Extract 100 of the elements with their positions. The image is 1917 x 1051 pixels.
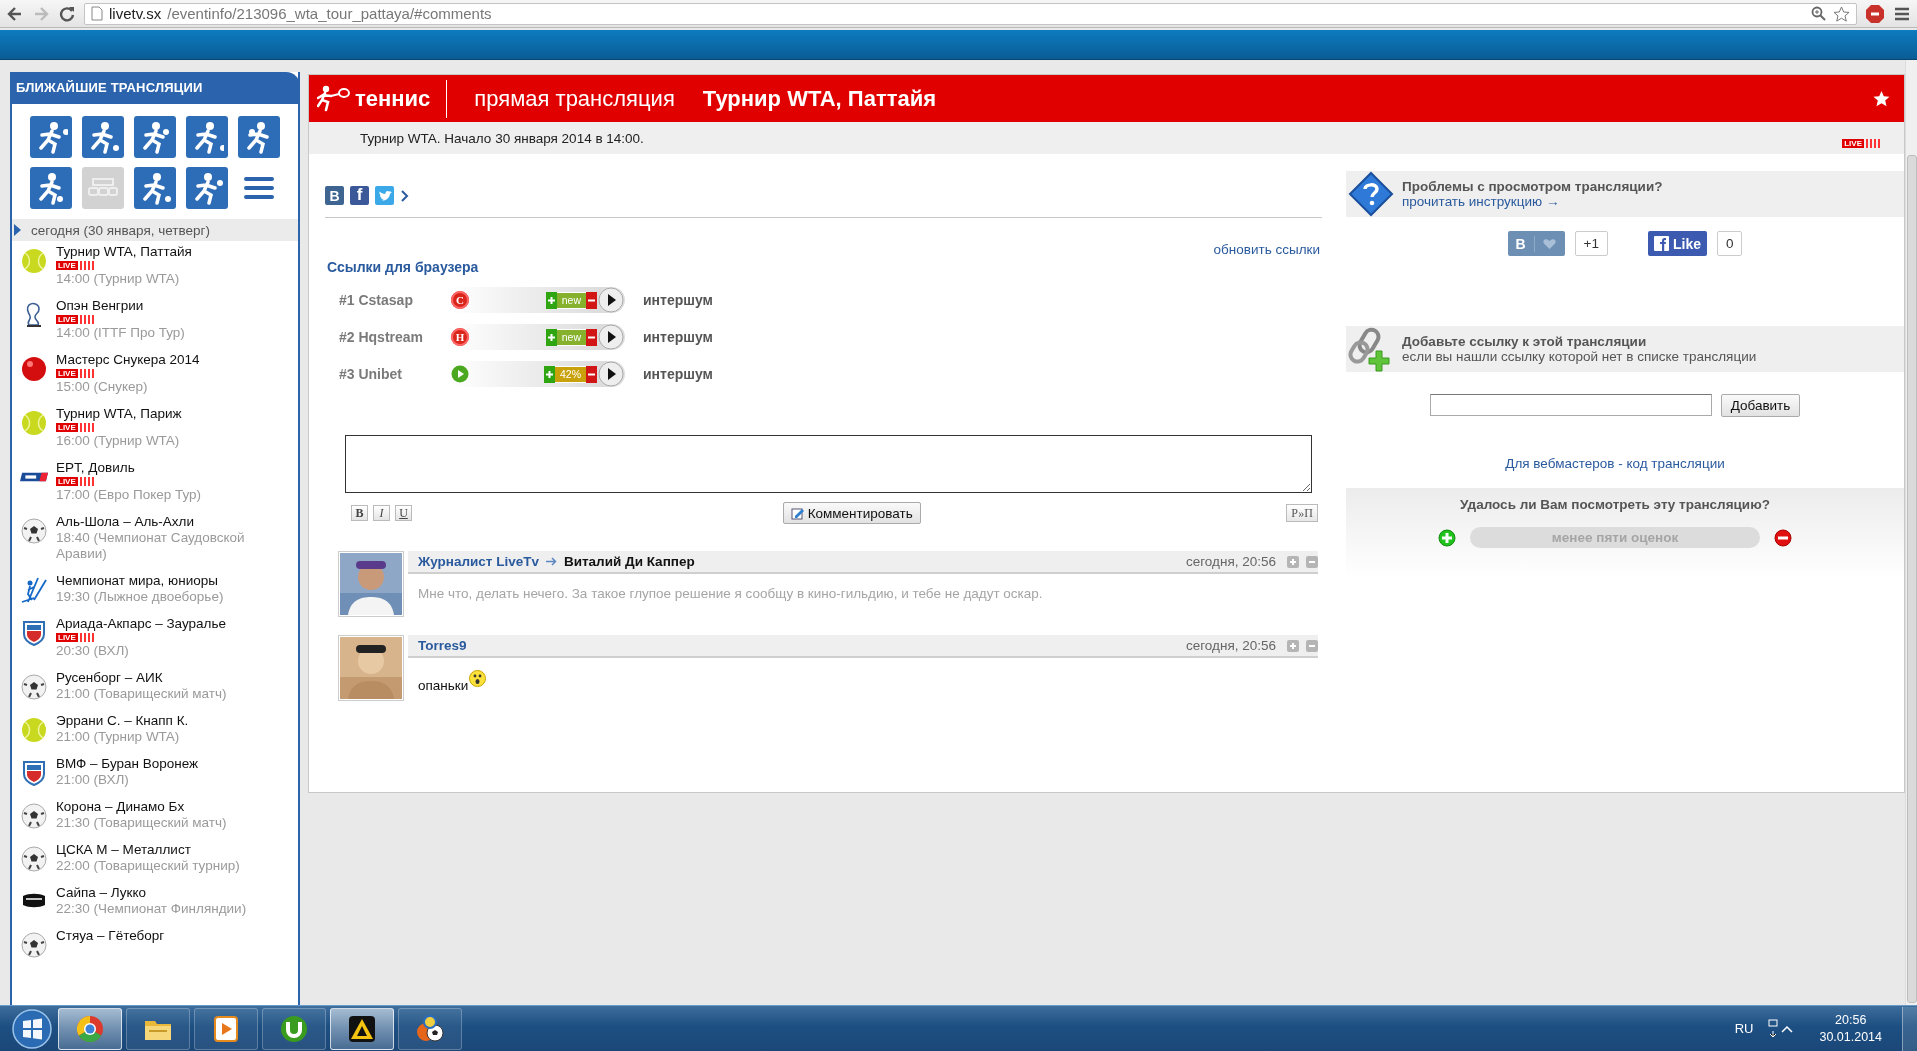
play-button-icon[interactable] [597,287,625,313]
chevron-icon[interactable] [400,189,410,202]
sidebar-title: БЛИЖАЙШИЕ ТРАНСЛЯЦИИ [12,72,298,104]
help-title: Проблемы с просмотром трансляции? [1402,179,1663,194]
taskbar-button[interactable] [194,1007,258,1050]
format-button[interactable]: I [373,505,390,521]
zoom-icon[interactable] [1811,5,1827,22]
rating-label: 42% [555,365,586,383]
minus-icon[interactable] [1774,528,1792,547]
chrome-icon [75,1013,105,1044]
stream-link[interactable]: #2 Hqstream [339,329,451,345]
comment-button[interactable]: Комментировать [782,502,921,524]
event-link[interactable]: Ариада-Акпарс – Зауралье [56,616,298,632]
play-button-icon[interactable] [597,324,625,350]
event-link[interactable]: ЦСКА М – Металлист [56,842,298,858]
tennis-player-icon [317,83,351,114]
comment-field[interactable] [345,435,1312,493]
event-link[interactable]: Мастерс Снукера 2014 [56,352,298,368]
sport-icon[interactable] [30,167,72,209]
stream-link[interactable]: #1 Cstasap [339,292,451,308]
vk-share-button[interactable]: В [325,186,344,205]
minus-icon[interactable] [586,291,597,309]
plus-icon[interactable] [545,328,557,346]
language-indicator[interactable]: RU [1734,1021,1754,1036]
event-link[interactable]: Русенборг – АИК [56,670,298,686]
start-button[interactable] [10,1006,54,1051]
comment-text: опаньки [418,678,469,693]
event-link[interactable]: Чемпионат мира, юниоры [56,573,298,589]
event-link[interactable]: Турнир WTA, Париж [56,406,298,422]
comment-author[interactable]: Журналист LiveTv [418,554,539,569]
sport-icon[interactable] [186,167,228,209]
event-link[interactable]: EPT, Довиль [56,460,298,476]
page-title: Турнир WTA, Паттайя [702,85,937,112]
event-link[interactable]: Эррани С. – Кнапп К. [56,713,298,729]
add-link-hint: если вы нашли ссылку которой нет в списке трансляции [1402,349,1757,364]
pencil-icon [790,506,804,520]
event-link[interactable]: Опэн Венгрии [56,298,298,314]
event-link[interactable]: Турнир WTA, Паттайя [56,244,298,260]
arrow-icon [545,557,557,566]
taskbar-button[interactable] [262,1007,326,1050]
sport-icon[interactable] [30,116,72,158]
comment-author[interactable]: Torres9 [418,638,467,653]
star-icon[interactable] [1873,90,1890,107]
instructions-link[interactable]: прочитать инструкцию → [1402,194,1663,209]
event-link[interactable]: Корона – Динамо Бх [56,799,298,815]
scrollbar-thumb[interactable] [1907,155,1917,1003]
address-bar[interactable]: livetv.sx /eventinfo/213096_wta_tour_pattaya/#comments [84,2,1857,25]
media-player-icon [211,1013,241,1044]
taskbar-button[interactable] [330,1007,394,1050]
webmaster-link[interactable]: Для вебмастеров - код трансляции [1505,456,1725,471]
event-info: Турнир WTA. Начало 30 января 2014 в 14:00. [360,130,644,146]
stream-source: интершум [643,329,713,345]
event-link[interactable]: Стяуа – Гётеборг [56,928,298,944]
event-link[interactable]: ВМФ – Буран Воронеж [56,756,298,772]
sport-icon[interactable] [238,116,280,158]
link-input-field[interactable] [1429,394,1712,416]
page-icon [91,6,103,21]
network-icon[interactable] [1767,1017,1780,1040]
format-button[interactable]: U [395,505,412,521]
sport-icon[interactable] [134,116,176,158]
plus-icon[interactable] [544,365,555,383]
translit-button[interactable]: Р»П [1286,504,1318,522]
event-link[interactable]: Сайпа – Лукко [56,885,298,901]
sport-icon[interactable] [134,167,176,209]
section-heading: Ссылки для браузера [326,258,480,275]
play-button-icon[interactable] [597,361,625,387]
taskbar-button[interactable] [398,1007,462,1050]
show-desktop-button[interactable] [1902,1006,1917,1051]
plus-icon[interactable] [545,291,557,309]
plus-icon[interactable] [1438,528,1456,547]
heart-icon [1543,237,1557,250]
stream-link[interactable]: #3 Unibet [339,366,451,382]
refresh-links-link[interactable]: обновить ссылки [1213,242,1320,257]
event-time: 18:40 (Чемпионат Саудовской Аравии) [56,530,246,562]
facebook-like-button[interactable]: Like [1647,231,1707,256]
add-button[interactable]: Добавить [1720,394,1801,417]
clock[interactable]: 20:56 30.01.2014 [1819,1011,1882,1046]
event-time: 21:30 (Товарищеский матч) [56,815,228,831]
sport-icon[interactable] [82,116,124,158]
minus-icon[interactable] [586,365,597,383]
back-icon[interactable] [6,4,24,23]
live-badge: LIVE [56,369,94,378]
stream-source: интершум [643,366,713,382]
help-icon [1348,171,1394,217]
event-time: 14:00 (Турнир WTA) [56,271,181,287]
star-icon[interactable] [1833,5,1850,22]
minus-icon[interactable] [586,328,597,346]
skier-icon [20,576,48,604]
sport-icon[interactable] [186,116,228,158]
menu-icon[interactable] [244,175,274,201]
ad-block-icon[interactable] [1865,3,1885,24]
live-badge: LIVE [1842,139,1880,148]
reload-icon[interactable] [58,4,76,23]
event-link[interactable]: Аль-Шола – Аль-Ахли [56,514,298,530]
format-button[interactable]: B [351,505,368,521]
twitter-share-button[interactable] [375,186,394,205]
event-time: 20:30 (ВХЛ) [56,643,130,659]
facebook-share-button[interactable]: f [350,186,369,205]
logo-icon [20,472,48,482]
stream-source: интершум [643,292,713,308]
